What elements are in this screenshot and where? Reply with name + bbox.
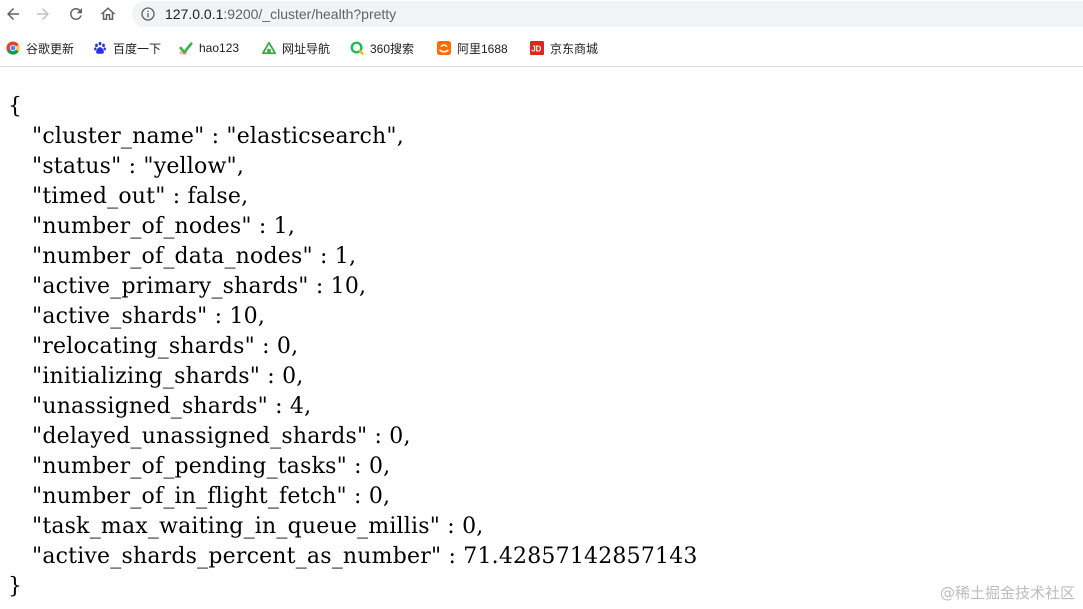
json-line: "cluster_name" : "elasticsearch",: [32, 124, 404, 149]
info-icon[interactable]: [140, 6, 156, 22]
alibaba-1688-icon: [437, 41, 451, 55]
json-line: "relocating_shards" : 0,: [32, 334, 299, 359]
bookmark-label: 百度一下: [113, 41, 162, 56]
json-line: "initializing_shards" : 0,: [32, 364, 304, 389]
forward-arrow-icon: [37, 8, 49, 20]
svg-text:JD: JD: [531, 45, 541, 54]
bookmark-label: 360搜索: [370, 41, 415, 56]
hao123-icon: hao: [179, 42, 193, 55]
url-text[interactable]: 127.0.0.1:9200/_cluster/health?pretty: [165, 5, 396, 23]
back-button[interactable]: [1, 2, 25, 26]
forward-button[interactable]: [31, 2, 55, 26]
json-line: "timed_out" : false,: [32, 184, 249, 209]
json-line: "status" : "yellow",: [32, 154, 245, 179]
360-search-icon: [350, 41, 364, 55]
bookmark-hao123[interactable]: hao hao123: [179, 38, 239, 58]
toolbar-divider: [0, 66, 1083, 67]
bookmark-alibaba-1688[interactable]: 阿里1688: [437, 38, 508, 58]
chrome-icon: [6, 41, 20, 55]
json-line: "number_of_data_nodes" : 1,: [32, 244, 357, 269]
bookmark-label: 谷歌更新: [26, 41, 75, 56]
json-line: "delayed_unassigned_shards" : 0,: [32, 424, 411, 449]
baidu-paw-icon: [94, 41, 106, 54]
json-line: "task_max_waiting_in_queue_millis" : 0,: [32, 514, 484, 539]
json-line: "active_primary_shards" : 10,: [32, 274, 367, 299]
json-open-brace: {: [8, 94, 23, 119]
url-host: 127.0.0.1: [165, 6, 224, 22]
home-button[interactable]: [96, 2, 120, 26]
bookmark-baidu[interactable]: 百度一下: [93, 38, 161, 58]
bookmark-360-search[interactable]: 360搜索: [350, 38, 414, 58]
bookmark-label: 阿里1688: [457, 41, 508, 56]
watermark: @稀土掘金技术社区: [939, 584, 1075, 602]
back-arrow-icon: [7, 8, 19, 20]
bookmark-chrome-update[interactable]: 谷歌更新: [6, 38, 74, 58]
reload-icon: [69, 7, 82, 20]
bookmark-jd[interactable]: JD 京东商城: [530, 38, 598, 58]
json-line: "number_of_pending_tasks" : 0,: [32, 454, 391, 479]
json-line: "active_shards" : 10,: [32, 304, 266, 329]
reload-button[interactable]: [64, 2, 88, 26]
json-line: "number_of_in_flight_fetch" : 0,: [32, 484, 391, 509]
bookmarks-bar: 谷歌更新 百度一下 hao hao123 网址导航 360搜索 阿里1688 J…: [0, 34, 1083, 62]
bookmark-label: 网址导航: [282, 41, 331, 56]
bookmark-url-nav[interactable]: 网址导航: [262, 38, 330, 58]
url-path: :9200/_cluster/health?pretty: [223, 6, 397, 22]
home-icon: [100, 7, 116, 20]
url-nav-icon: [262, 41, 276, 55]
json-close-brace: }: [8, 574, 23, 599]
bookmark-label: hao123: [199, 41, 240, 55]
svg-text:hao: hao: [180, 51, 188, 55]
bookmark-label: 京东商城: [550, 41, 599, 56]
json-line: "number_of_nodes" : 1,: [32, 214, 296, 239]
json-line: "active_shards_percent_as_number" : 71.4…: [32, 544, 698, 569]
jd-icon: JD: [530, 41, 544, 55]
address-bar[interactable]: 127.0.0.1:9200/_cluster/health?pretty: [132, 1, 1083, 27]
json-response: { "cluster_name" : "elasticsearch", "sta…: [8, 92, 1078, 602]
browser-toolbar: 127.0.0.1:9200/_cluster/health?pretty: [0, 0, 1083, 28]
json-line: "unassigned_shards" : 4,: [32, 394, 312, 419]
